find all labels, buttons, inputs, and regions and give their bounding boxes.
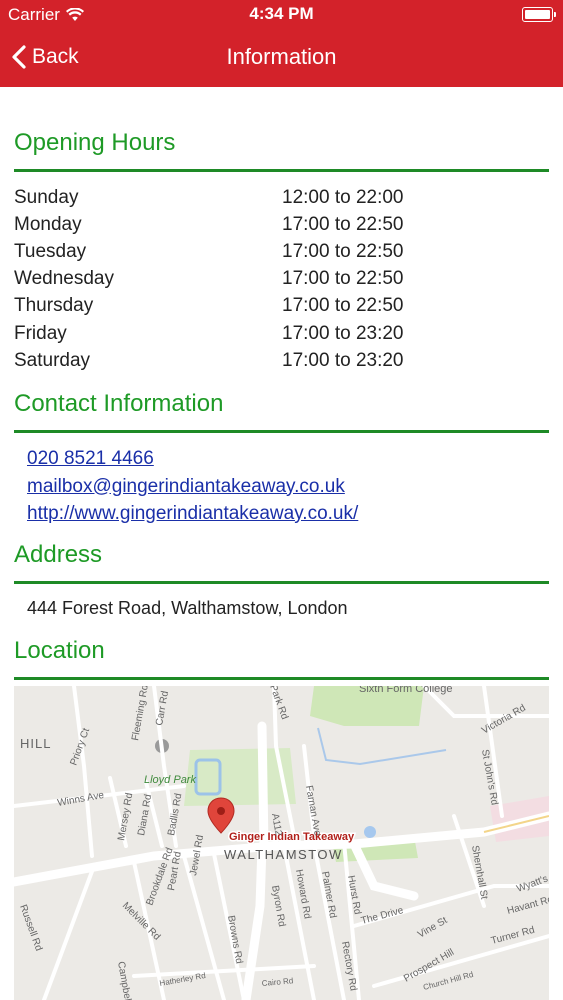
day-label: Wednesday	[14, 268, 114, 290]
road-label: Winns Ave	[57, 790, 106, 809]
hours-value: 17:00 to 22:50	[282, 240, 404, 262]
road-label: Campbell Rd	[115, 961, 136, 1000]
road-label: Priory Ct	[68, 727, 92, 768]
area-label-lloyd-park: Lloyd Park	[144, 774, 196, 786]
hours-value: 12:00 to 22:00	[282, 186, 404, 208]
road-label: Farnan Ave	[303, 785, 323, 838]
road-label: Wyatt's La	[515, 869, 549, 895]
opening-hours-heading: Opening Hours	[14, 129, 549, 172]
location-pin-icon[interactable]	[207, 797, 235, 834]
info-content: Opening Hours Sunday 12:00 to 22:00 Mond…	[14, 87, 549, 680]
road-label: Melville Rd	[120, 900, 162, 942]
address-heading: Address	[14, 541, 549, 584]
battery-icon	[522, 7, 556, 22]
map-poi	[364, 826, 376, 838]
day-label: Tuesday	[14, 240, 87, 262]
contact-info-heading: Contact Information	[14, 390, 549, 434]
road-label: The Drive	[360, 905, 405, 927]
hours-row: Saturday 17:00 to 23:20	[14, 347, 549, 374]
address-text: 444 Forest Road, Walthamstow, London	[27, 597, 348, 618]
hours-row: Tuesday 17:00 to 22:50	[14, 238, 549, 265]
road-label: Havant Rd	[506, 894, 549, 917]
email-link[interactable]: mailbox@gingerindiantakeaway.co.uk	[27, 473, 549, 500]
website-link[interactable]: http://www.gingerindiantakeaway.co.uk/	[27, 500, 549, 527]
marker-label: Ginger Indian Takeaway	[229, 831, 355, 843]
hours-row: Sunday 12:00 to 22:00	[14, 184, 549, 211]
map-canvas[interactable]: Ginger Indian Takeaway WALTHAMSTOW HILL …	[14, 686, 549, 1000]
page-title: Information	[226, 44, 337, 69]
status-time: 4:34 PM	[249, 4, 314, 23]
status-bar: Carrier 4:34 PM	[0, 0, 563, 30]
road-label: Byron Rd	[269, 885, 287, 928]
hours-row: Monday 17:00 to 22:50	[14, 211, 549, 238]
road-label: Diana Rd	[136, 794, 154, 837]
road-label: Church Hill Rd	[422, 970, 474, 992]
day-label: Thursday	[14, 295, 94, 317]
day-label: Sunday	[14, 186, 79, 208]
hours-row: Thursday 17:00 to 22:50	[14, 293, 549, 320]
hours-row: Friday 17:00 to 23:20	[14, 320, 549, 347]
area-label-college: Sixth Form College	[359, 686, 453, 695]
hours-value: 17:00 to 23:20	[282, 349, 404, 371]
phone-link[interactable]: 020 8521 4466	[27, 445, 549, 472]
hours-value: 17:00 to 22:50	[282, 213, 404, 235]
road-label: Park Rd	[267, 686, 290, 721]
road-label: Cairo Rd	[261, 976, 293, 988]
road-label: Russell Rd	[17, 903, 44, 952]
hours-value: 17:00 to 22:50	[282, 268, 404, 290]
day-label: Saturday	[14, 349, 91, 371]
hours-value: 17:00 to 23:20	[282, 322, 404, 344]
area-label-walthamstow: WALTHAMSTOW	[224, 847, 343, 862]
waterway	[317, 727, 447, 766]
road-label: Browns Rd	[225, 915, 244, 965]
hours-value: 17:00 to 22:50	[282, 295, 404, 317]
location-map[interactable]: Ginger Indian Takeaway WALTHAMSTOW HILL …	[14, 686, 549, 1000]
road-label: Vine St	[416, 915, 449, 941]
opening-hours-table: Sunday 12:00 to 22:00 Monday 17:00 to 22…	[14, 184, 549, 374]
navigation-bar: Back Information	[0, 30, 563, 87]
location-heading: Location	[14, 637, 549, 680]
road-label: Fleeming Rd	[130, 686, 151, 742]
day-label: Friday	[14, 322, 67, 344]
contact-list: 020 8521 4466 mailbox@gingerindiantakeaw…	[14, 445, 549, 527]
hours-row: Wednesday 17:00 to 22:50	[14, 266, 549, 293]
area-label-hill: HILL	[20, 736, 51, 751]
day-label: Monday	[14, 213, 82, 235]
